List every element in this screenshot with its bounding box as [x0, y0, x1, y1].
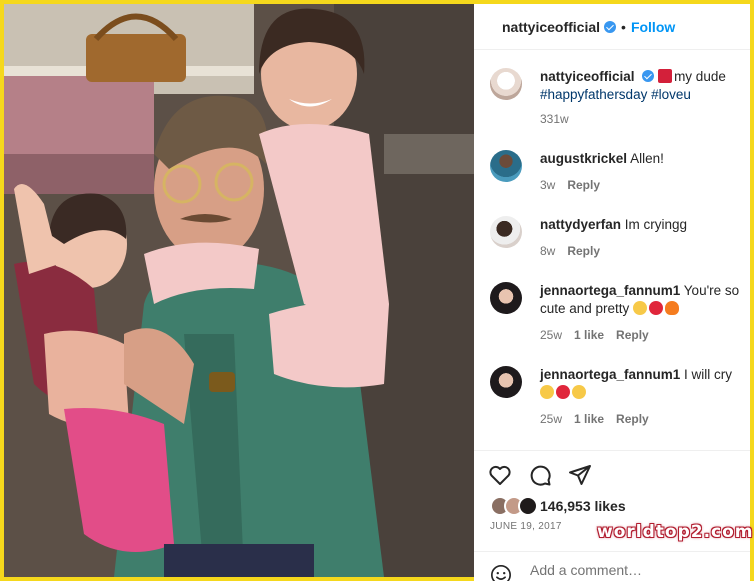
hundred-points-emoji-icon — [658, 69, 673, 83]
follow-button[interactable]: Follow — [631, 19, 675, 35]
comment-time[interactable]: 3w — [540, 178, 555, 192]
reply-button[interactable]: Reply — [567, 244, 600, 258]
avatar[interactable] — [490, 68, 522, 100]
header-username[interactable]: nattyiceofficial — [502, 19, 600, 35]
comment-body: Im cryingg — [624, 217, 688, 232]
reply-button[interactable]: Reply — [616, 412, 649, 426]
post-photo[interactable] — [4, 4, 474, 577]
comment-item: nattydyerfan Im cryingg 8w Reply — [490, 216, 746, 266]
action-icons — [488, 463, 592, 487]
caption-meta: 331w — [540, 112, 581, 126]
smiling-tear-emoji-icon — [540, 385, 554, 399]
caption-hashtags[interactable]: #happyfathersday #loveu — [540, 87, 691, 102]
comment-username[interactable]: nattydyerfan — [540, 217, 621, 232]
comment-time[interactable]: 25w — [540, 412, 562, 426]
comment-meta: 25w 1 like Reply — [540, 412, 661, 426]
comment-meta: 25w 1 like Reply — [540, 328, 661, 342]
avatar — [518, 496, 538, 516]
comment-username[interactable]: jennaortega_fannum1 — [540, 283, 680, 298]
likes-count[interactable]: 146,953 likes — [540, 498, 626, 514]
comment-item: augustkrickel Allen! 3w Reply — [490, 150, 746, 200]
post-actions: 146,953 likes JUNE 19, 2017 — [474, 450, 750, 581]
fire-emoji-icon — [665, 301, 680, 315]
avatar[interactable] — [490, 216, 522, 248]
add-comment-bar — [474, 551, 750, 581]
liker-avatars[interactable] — [490, 496, 540, 516]
comment-likes[interactable]: 1 like — [574, 412, 604, 426]
comment-likes[interactable]: 1 like — [574, 328, 604, 342]
family-photo-illustration — [4, 4, 474, 577]
comment-meta: 8w Reply — [540, 244, 612, 258]
comment-item: jennaortega_fannum1 I will cry 25w 1 like… — [490, 366, 746, 436]
comment-time[interactable]: 25w — [540, 328, 562, 342]
smile-icon[interactable] — [490, 564, 512, 581]
comment-text: nattydyerfan Im cryingg — [540, 216, 746, 234]
avatar[interactable] — [490, 282, 522, 314]
comment-username[interactable]: augustkrickel — [540, 151, 627, 166]
frowning-face-emoji-icon — [572, 385, 586, 399]
reply-button[interactable]: Reply — [567, 178, 600, 192]
add-comment-input[interactable] — [530, 562, 730, 578]
reply-button[interactable]: Reply — [616, 328, 649, 342]
caption-text: nattyiceofficial my dude #happyfathersda… — [540, 68, 746, 104]
comment-body: I will cry — [684, 367, 733, 382]
comment-text: jennaortega_fannum1 You're so cute and p… — [540, 282, 746, 318]
star-struck-emoji-icon — [633, 301, 648, 315]
caption-username[interactable]: nattyiceofficial — [540, 69, 635, 84]
heart-icon[interactable] — [488, 463, 512, 487]
separator-dot: • — [621, 18, 626, 35]
comment-username[interactable]: jennaortega_fannum1 — [540, 367, 680, 382]
comment-text: jennaortega_fannum1 I will cry — [540, 366, 746, 402]
caption: nattyiceofficial my dude #happyfathersda… — [490, 68, 746, 128]
avatar[interactable] — [490, 150, 522, 182]
post-date[interactable]: JUNE 19, 2017 — [490, 521, 562, 532]
likes-row: 146,953 likes — [490, 496, 626, 516]
comment-body: Allen! — [630, 151, 664, 166]
comment-time[interactable]: 8w — [540, 244, 555, 258]
caption-body: my dude — [674, 69, 726, 84]
verified-badge-icon — [642, 70, 655, 82]
watermark: worldtop2.com — [597, 522, 754, 542]
comment-icon[interactable] — [528, 463, 552, 487]
comment-text: augustkrickel Allen! — [540, 150, 746, 168]
post-header: nattyiceofficial • Follow — [474, 4, 750, 50]
caption-time[interactable]: 331w — [540, 112, 569, 126]
red-heart-emoji-icon — [556, 385, 570, 399]
comment-meta: 3w Reply — [540, 178, 612, 192]
comment-item: jennaortega_fannum1 You're so cute and p… — [490, 282, 746, 352]
avatar[interactable] — [490, 366, 522, 398]
post-panel: nattyiceofficial • Follow nattyiceoffici… — [474, 4, 750, 581]
red-heart-emoji-icon — [649, 301, 664, 315]
share-icon[interactable] — [568, 463, 592, 487]
verified-badge-icon — [604, 20, 617, 33]
